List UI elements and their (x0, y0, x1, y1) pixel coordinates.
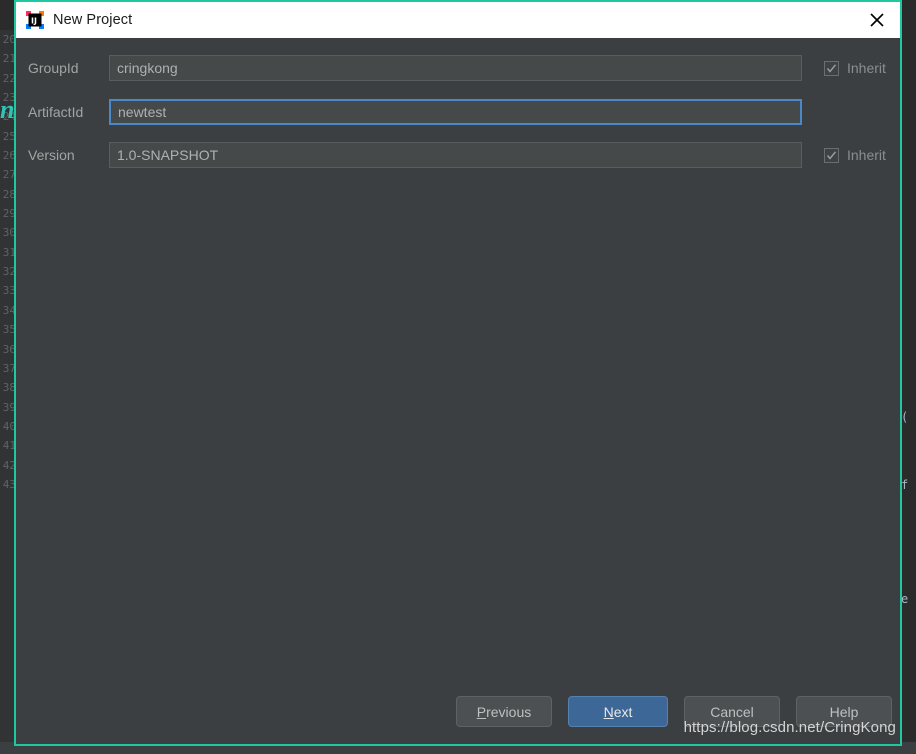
form-row-artifactid: ArtifactId newtest (16, 99, 900, 125)
version-inherit-group[interactable]: Inherit (824, 147, 886, 163)
artifactid-label: ArtifactId (28, 104, 84, 120)
form-row-version: Version 1.0-SNAPSHOT Inherit (16, 142, 900, 168)
editor-right-fragments: ( f e (900, 30, 916, 754)
new-project-dialog: IJ New Project GroupId cringkong Inherit (14, 0, 902, 746)
editor-fragment: ( (901, 410, 909, 424)
background-logo-fragment: n (0, 95, 15, 124)
groupid-input[interactable]: cringkong (109, 55, 802, 81)
form-row-groupid: GroupId cringkong Inherit (16, 55, 900, 81)
next-button-label: ext (613, 703, 633, 720)
groupid-inherit-checkbox[interactable] (824, 60, 839, 76)
previous-button-mnemonic: P (476, 703, 487, 720)
groupid-inherit-label: Inherit (847, 60, 886, 76)
version-label: Version (28, 147, 75, 163)
dialog-content: GroupId cringkong Inherit ArtifactId new… (16, 38, 900, 744)
editor-fragment: e (901, 592, 909, 606)
previous-button-label: revious (486, 703, 532, 720)
version-input[interactable]: 1.0-SNAPSHOT (109, 142, 802, 168)
version-inherit-checkbox[interactable] (824, 147, 839, 163)
dialog-button-bar: Previous Next Cancel Help https://blog.c… (16, 688, 900, 744)
version-inherit-label: Inherit (847, 147, 886, 163)
intellij-idea-icon: IJ (26, 11, 44, 29)
svg-text:IJ: IJ (31, 17, 37, 26)
help-button-label: Help (829, 703, 859, 720)
dialog-title-bar: IJ New Project (16, 2, 900, 38)
cancel-button-label: Cancel (710, 703, 754, 720)
watermark-url: https://blog.csdn.net/CringKong (683, 719, 896, 736)
groupid-label: GroupId (28, 60, 79, 76)
next-button[interactable]: Next (568, 696, 668, 727)
close-icon[interactable] (854, 2, 900, 38)
previous-button[interactable]: Previous (456, 696, 552, 727)
artifactid-input[interactable]: newtest (109, 99, 802, 125)
dialog-title: New Project (53, 12, 133, 28)
next-button-mnemonic: N (603, 703, 614, 720)
groupid-inherit-group[interactable]: Inherit (824, 60, 886, 76)
editor-fragment: f (901, 478, 909, 492)
